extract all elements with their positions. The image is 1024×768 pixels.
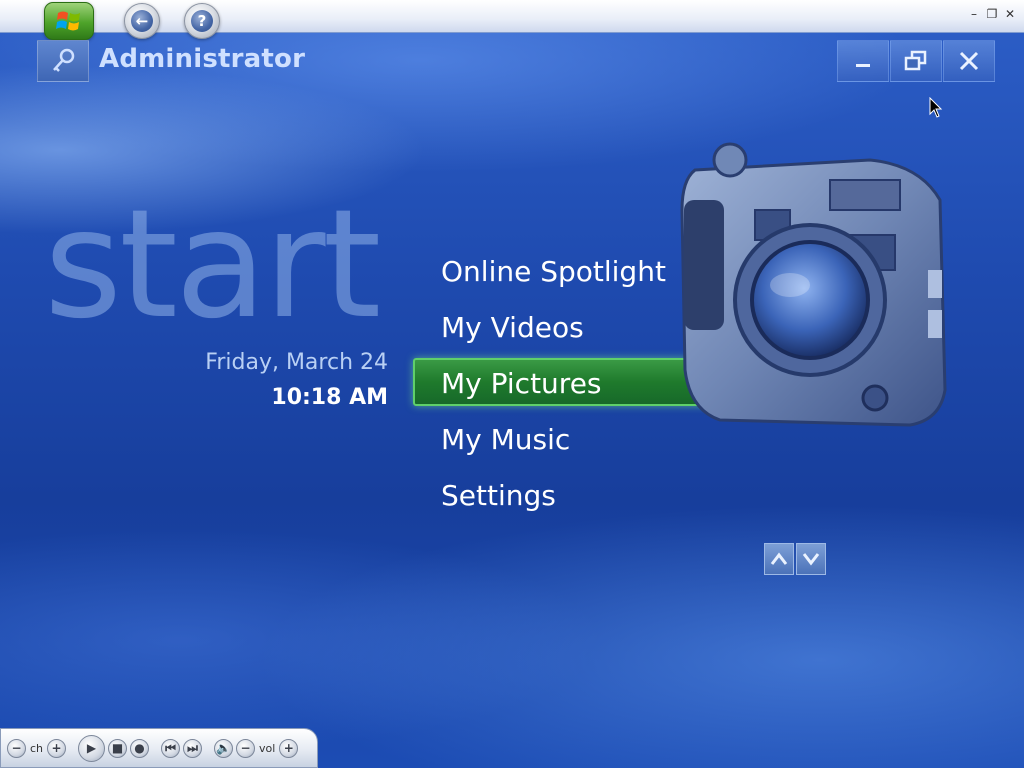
- mute-button[interactable]: 🔈: [214, 738, 234, 758]
- volume-down-button[interactable]: −: [236, 738, 256, 758]
- user-name: Administrator: [99, 44, 306, 74]
- close-button[interactable]: [943, 40, 995, 82]
- minimize-icon: [856, 64, 870, 67]
- user-avatar-tile[interactable]: [37, 40, 89, 82]
- start-heading: start: [44, 178, 381, 352]
- topbar-restore-button[interactable]: ❐: [986, 6, 998, 22]
- volume-up-button[interactable]: +: [279, 738, 299, 758]
- topbar-minimize-button[interactable]: –: [968, 6, 980, 22]
- transport-controls: − ch + ▶ ■ ● ⏮ ⏭ 🔈 − vol +: [0, 728, 318, 768]
- channel-label: ch: [30, 741, 44, 755]
- windows-logo-icon: [56, 11, 80, 31]
- restore-icon: [904, 50, 927, 71]
- restore-button[interactable]: [890, 40, 942, 82]
- window-controls: – ❐ ✕: [968, 6, 1016, 22]
- help-icon: ?: [191, 10, 213, 32]
- menu-item-settings[interactable]: Settings: [413, 470, 719, 518]
- camera-icon: [680, 142, 947, 427]
- volume-label: vol: [259, 741, 276, 755]
- scroll-arrows: [764, 543, 826, 575]
- back-button[interactable]: ←: [124, 3, 160, 39]
- close-icon: [959, 51, 979, 71]
- scroll-up-button[interactable]: [764, 543, 794, 575]
- minimize-button[interactable]: [837, 40, 889, 82]
- record-button[interactable]: ●: [130, 738, 150, 758]
- play-button[interactable]: ▶: [78, 734, 106, 762]
- time-label: 10:18 AM: [271, 385, 388, 410]
- scroll-down-button[interactable]: [796, 543, 826, 575]
- back-arrow-icon: ←: [131, 10, 153, 32]
- chevron-up-icon: [770, 552, 788, 565]
- channel-up-button[interactable]: +: [47, 738, 67, 758]
- previous-button[interactable]: ⏮: [161, 738, 181, 758]
- next-button[interactable]: ⏭: [183, 738, 203, 758]
- chevron-down-icon: [802, 553, 820, 566]
- help-button[interactable]: ?: [184, 3, 220, 39]
- date-label: Friday, March 24: [205, 350, 388, 375]
- channel-down-button[interactable]: −: [7, 738, 26, 758]
- windows-start-button[interactable]: [44, 2, 94, 40]
- key-icon: [53, 48, 75, 72]
- topbar-close-button[interactable]: ✕: [1004, 6, 1016, 22]
- mouse-cursor-icon: [929, 97, 943, 118]
- stop-button[interactable]: ■: [108, 738, 128, 758]
